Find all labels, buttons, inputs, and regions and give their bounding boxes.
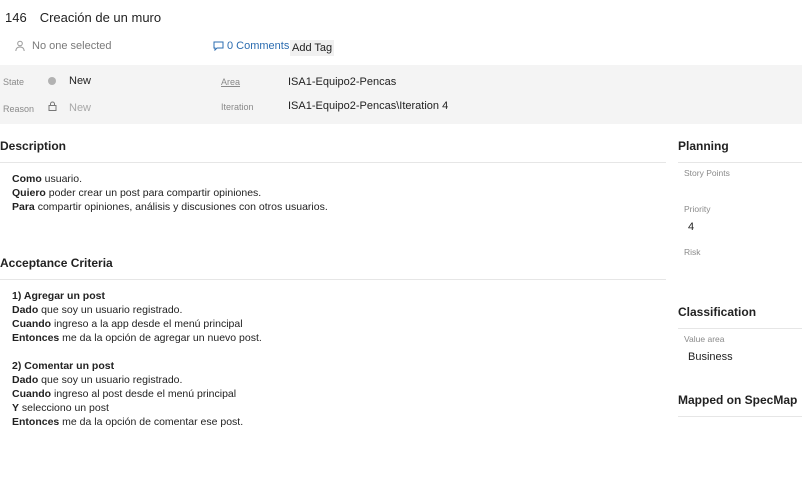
story-points-label: Story Points bbox=[684, 168, 730, 178]
work-item-title[interactable]: Creación de un muro bbox=[40, 10, 161, 25]
state-label: State bbox=[3, 77, 25, 87]
priority-field[interactable]: 4 bbox=[688, 221, 694, 233]
description-line: Como usuario. bbox=[12, 173, 83, 185]
description-heading: Description bbox=[0, 139, 67, 153]
state-indicator bbox=[48, 77, 56, 85]
lock-icon bbox=[48, 101, 57, 111]
area-field[interactable]: ISA1-Equipo2-Pencas bbox=[288, 76, 396, 88]
risk-label: Risk bbox=[684, 247, 701, 257]
acceptance-heading: Acceptance Criteria bbox=[0, 256, 113, 270]
acceptance-divider bbox=[0, 279, 666, 280]
fields-band: State New Reason New Area ISA1-Equipo2-P… bbox=[0, 65, 802, 124]
work-item-id: 146 bbox=[5, 10, 27, 25]
work-item-header: 146 Creación de un muro bbox=[5, 10, 161, 25]
description-line: Para compartir opiniones, análisis y dis… bbox=[12, 201, 328, 213]
value-area-label: Value area bbox=[684, 334, 725, 344]
assignee-picker[interactable]: No one selected bbox=[14, 40, 112, 52]
iteration-label: Iteration bbox=[221, 102, 254, 112]
state-field[interactable]: New bbox=[69, 75, 91, 87]
comments-label: 0 Comments bbox=[227, 40, 290, 52]
criteria-spacer bbox=[12, 345, 262, 359]
specmap-heading: Mapped on SpecMap bbox=[678, 393, 798, 407]
criteria-line: Cuando ingreso al post desde el menú pri… bbox=[12, 388, 237, 400]
criteria-line: Cuando ingreso a la app desde el menú pr… bbox=[12, 318, 243, 330]
assignee-label: No one selected bbox=[32, 40, 112, 52]
reason-label: Reason bbox=[3, 104, 35, 114]
value-area-field[interactable]: Business bbox=[688, 351, 733, 363]
area-label: Area bbox=[221, 77, 241, 87]
criteria-line: Y selecciono un post bbox=[12, 402, 109, 414]
description-line: Quiero poder crear un post para comparti… bbox=[12, 187, 262, 199]
description-editor[interactable]: Como usuario. Quiero poder crear un post… bbox=[12, 172, 328, 214]
acceptance-editor[interactable]: 1) Agregar un post Dado que soy un usuar… bbox=[12, 289, 262, 429]
reason-field: New bbox=[69, 102, 92, 114]
criteria-line: Dado que soy un usuario registrado. bbox=[12, 304, 183, 316]
comments-link[interactable]: 0 Comments bbox=[213, 40, 289, 52]
specmap-divider bbox=[678, 416, 802, 417]
description-divider bbox=[0, 162, 666, 163]
person-icon bbox=[15, 40, 25, 52]
planning-heading: Planning bbox=[678, 139, 729, 153]
priority-label: Priority bbox=[684, 204, 711, 214]
criteria-line: 1) Agregar un post bbox=[12, 290, 105, 302]
classification-heading: Classification bbox=[678, 305, 757, 319]
criteria-line: Dado que soy un usuario registrado. bbox=[12, 374, 183, 386]
criteria-line: 2) Comentar un post bbox=[12, 360, 115, 372]
criteria-line: Entonces me da la opción de comentar ese… bbox=[12, 416, 244, 428]
iteration-field[interactable]: ISA1-Equipo2-Pencas\Iteration 4 bbox=[288, 100, 448, 112]
add-tag-button[interactable]: Add Tag bbox=[290, 40, 335, 56]
comment-icon bbox=[213, 41, 224, 51]
classification-divider bbox=[678, 328, 802, 329]
meta-row: No one selected 0 Comments Add Tag bbox=[14, 40, 794, 56]
planning-divider bbox=[678, 162, 802, 163]
criteria-line: Entonces me da la opción de agregar un n… bbox=[12, 332, 262, 344]
